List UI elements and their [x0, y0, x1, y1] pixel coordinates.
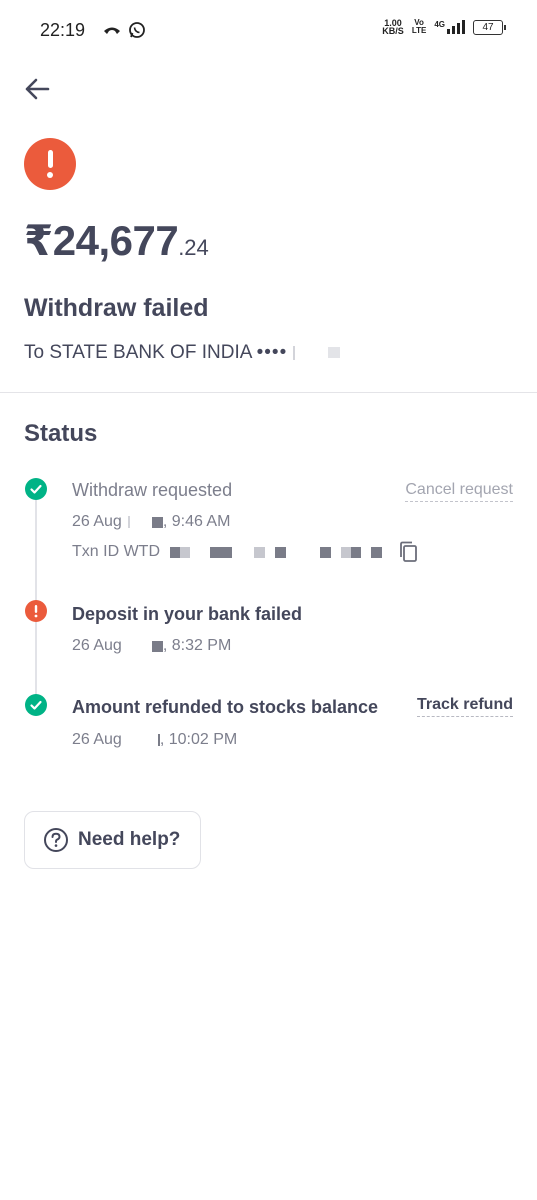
amount: ₹24,677.24	[24, 216, 209, 265]
status-time: 22:19	[40, 20, 86, 40]
amount-main: ₹24,677	[24, 217, 179, 264]
step-timestamp: 26 Aug , 8:32 PM	[72, 637, 232, 654]
status-bar: 22:19 1.00 KB/S Vo LTE 4G 47	[0, 0, 537, 62]
track-refund-link[interactable]: Track refund	[416, 696, 513, 717]
amount-paise: .24	[178, 235, 209, 260]
need-help-label: Need help?	[78, 829, 181, 850]
redacted-txn-id	[170, 546, 382, 558]
success-check-icon	[25, 478, 47, 500]
network-speed: 1.00 KB/S	[382, 18, 404, 36]
signal-icon: 4G	[434, 20, 465, 34]
failed-alert-icon	[24, 138, 76, 190]
step-title: Deposit in your bank failed	[72, 604, 303, 624]
step-title: Withdraw requested	[72, 480, 233, 500]
back-arrow-icon[interactable]	[22, 74, 52, 104]
status-right: 1.00 KB/S Vo LTE 4G 47	[382, 18, 506, 36]
volte-indicator: Vo LTE	[411, 18, 427, 35]
step-timestamp: 26 Aug , 10:02 PM	[72, 731, 238, 748]
whatsapp-icon	[129, 22, 145, 38]
success-check-icon	[25, 694, 47, 716]
battery-icon: 47	[473, 19, 506, 35]
help-question-icon	[44, 828, 68, 852]
txn-id: Txn ID WTD	[72, 543, 382, 561]
transaction-title: Withdraw failed	[24, 294, 209, 322]
copy-icon[interactable]	[398, 541, 420, 565]
need-help-button[interactable]: Need help?	[24, 811, 201, 869]
redacted-block	[151, 640, 163, 652]
cancel-request-link[interactable]: Cancel request	[405, 481, 513, 502]
redacted-block	[151, 516, 163, 528]
step-title: Amount refunded to stocks balance	[72, 697, 379, 717]
failed-alert-icon	[25, 600, 47, 622]
divider	[0, 392, 537, 393]
status-section-title: Status	[24, 420, 98, 447]
call-icon	[104, 27, 120, 34]
redacted-block	[292, 345, 295, 360]
redacted-block	[127, 516, 130, 528]
step-timestamp: 26 Aug , 9:46 AM	[72, 513, 231, 530]
redacted-block	[327, 347, 340, 359]
timeline-line	[35, 500, 37, 698]
account-mask: ••••	[256, 342, 288, 363]
bank-destination: To STATE BANK OF INDIA ••••	[24, 342, 340, 364]
